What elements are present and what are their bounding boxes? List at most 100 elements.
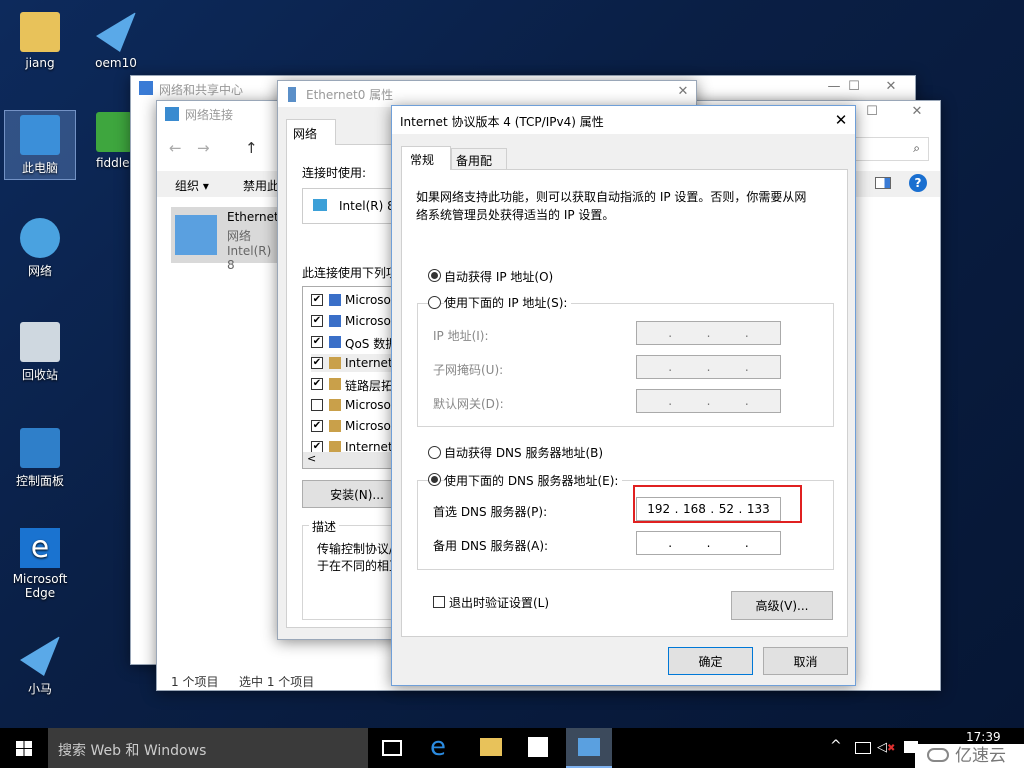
network-status-icon[interactable] — [855, 742, 871, 754]
auto-ip-label[interactable]: 自动获得 IP 地址(O) — [444, 268, 553, 285]
component-label: Microso — [345, 398, 391, 412]
fiddler-icon — [96, 112, 132, 152]
highlight-box — [633, 485, 802, 523]
disable-device-button[interactable]: 禁用此 — [243, 177, 279, 194]
manual-dns-label[interactable]: 使用下面的 DNS 服务器地址(E): — [444, 472, 623, 489]
component-label: 链路层拓 — [345, 379, 394, 393]
computer-icon — [20, 115, 60, 155]
file-explorer-icon[interactable] — [480, 738, 502, 756]
manual-ip-label[interactable]: 使用下面的 IP 地址(S): — [444, 294, 572, 311]
start-button[interactable] — [16, 741, 32, 756]
component-label: Microso — [345, 314, 391, 328]
cloud-logo-icon — [927, 748, 949, 762]
user-folder-icon — [20, 12, 60, 52]
network-center-icon — [139, 81, 153, 95]
component-checkbox[interactable]: ✔ — [311, 357, 323, 369]
component-label: Microso — [345, 293, 391, 307]
maximize-button[interactable]: ☐ — [857, 104, 887, 124]
desktop-icon-network[interactable]: 网络 — [4, 218, 76, 279]
search-box[interactable]: ⌕ — [847, 137, 929, 161]
desktop-icon-jiang[interactable]: jiang — [4, 12, 76, 70]
help-icon[interactable]: ? — [909, 174, 927, 192]
component-icon — [329, 294, 341, 306]
component-checkbox[interactable]: ✔ — [311, 294, 323, 306]
watermark: 亿速云 — [915, 744, 1024, 768]
ok-button[interactable]: 确定 — [668, 647, 753, 675]
forward-button[interactable]: → — [197, 139, 210, 157]
close-button[interactable]: ✕ — [668, 84, 698, 104]
auto-dns-label[interactable]: 自动获得 DNS 服务器地址(B) — [444, 444, 603, 461]
alternate-dns-field[interactable]: ... — [636, 531, 781, 555]
auto-dns-radio[interactable] — [428, 446, 441, 459]
dialog-title-bar: Internet 协议版本 4 (TCP/IPv4) 属性 — [392, 106, 855, 134]
component-icon — [329, 378, 341, 390]
subnet-mask-field[interactable]: ... — [636, 355, 781, 379]
desktop-icon-control-panel[interactable]: 控制面板 — [4, 428, 76, 489]
network-connections-icon — [578, 738, 600, 756]
paper-plane-icon — [20, 636, 60, 676]
task-view-icon[interactable] — [382, 740, 402, 756]
taskbar: 搜索 Web 和 Windows e ^ ◁✖ 17:39 亿速云 — [0, 728, 1024, 768]
default-gateway-field[interactable]: ... — [636, 389, 781, 413]
ipv4-properties-dialog: Internet 协议版本 4 (TCP/IPv4) 属性 ✕ 常规 备用配置 … — [391, 105, 856, 686]
status-selected-count: 选中 1 个项目 — [239, 675, 315, 689]
component-icon — [329, 420, 341, 432]
search-icon: ⌕ — [913, 141, 920, 155]
control-panel-icon — [20, 428, 60, 468]
component-label: Internet — [345, 356, 393, 370]
adapter-icon — [313, 199, 327, 211]
desktop-icon-recycle-bin[interactable]: 回收站 — [4, 322, 76, 383]
close-button[interactable]: ✕ — [902, 104, 932, 124]
close-button[interactable]: ✕ — [826, 111, 856, 131]
back-button[interactable]: ← — [169, 139, 182, 157]
up-button[interactable]: ↑ — [245, 139, 258, 157]
recycle-bin-icon — [20, 322, 60, 362]
component-icon — [329, 399, 341, 411]
volume-muted-icon[interactable]: ◁✖ — [877, 740, 895, 755]
preview-pane-icon[interactable] — [875, 177, 891, 189]
desktop-icon-edge[interactable]: e Microsoft Edge — [4, 528, 76, 600]
edge-icon: e — [20, 528, 60, 568]
manual-dns-radio[interactable] — [428, 473, 441, 486]
status-item-count: 1 个项目 — [171, 675, 219, 689]
maximize-button[interactable]: ☐ — [839, 79, 869, 99]
show-hidden-icons[interactable]: ^ — [830, 738, 842, 754]
desktop-icon-this-pc[interactable]: 此电脑 — [4, 110, 76, 180]
auto-ip-radio[interactable] — [428, 269, 441, 282]
component-checkbox[interactable]: ✔ — [311, 315, 323, 327]
validate-label[interactable]: 退出时验证设置(L) — [449, 594, 549, 611]
title-bar: Ethernet0 属性 — [278, 81, 696, 107]
advanced-button[interactable]: 高级(V)... — [731, 591, 833, 620]
component-checkbox[interactable] — [311, 399, 323, 411]
close-button[interactable]: ✕ — [876, 79, 906, 99]
component-label: QoS 数据 — [345, 337, 398, 351]
desktop-icon-xiaoma[interactable]: 小马 — [4, 636, 76, 697]
ethernet-connection-item[interactable]: Ethernet 网络 Intel(R) 8 — [171, 207, 281, 272]
component-checkbox[interactable]: ✔ — [311, 336, 323, 348]
ethernet-icon — [288, 87, 296, 102]
component-icon — [329, 357, 341, 369]
component-icon — [329, 315, 341, 327]
clock[interactable]: 17:39 — [966, 730, 1001, 744]
ip-address-field[interactable]: ... — [636, 321, 781, 345]
network-globe-icon — [20, 218, 60, 258]
store-icon[interactable] — [528, 737, 548, 757]
component-icon — [329, 336, 341, 348]
network-connections-taskbar-button[interactable] — [566, 728, 612, 768]
cancel-button[interactable]: 取消 — [763, 647, 848, 675]
general-panel: 如果网络支持此功能，则可以获取自动指派的 IP 设置。否则，你需要从网 络系统管… — [401, 169, 848, 637]
component-checkbox[interactable]: ✔ — [311, 420, 323, 432]
component-label: Microso — [345, 419, 391, 433]
organize-menu[interactable]: 组织 ▾ — [175, 177, 209, 194]
network-connections-icon — [165, 107, 179, 121]
tab-alternate-config[interactable]: 备用配置 — [451, 148, 507, 185]
tab-general[interactable]: 常规 — [401, 146, 451, 170]
edge-taskbar-icon[interactable]: e — [430, 732, 446, 762]
validate-checkbox[interactable] — [433, 596, 445, 608]
desktop-icon-oem10[interactable]: oem10 — [80, 12, 152, 70]
component-checkbox[interactable]: ✔ — [311, 378, 323, 390]
network-adapter-icon — [175, 215, 217, 255]
manual-ip-radio[interactable] — [428, 296, 441, 309]
search-bar[interactable]: 搜索 Web 和 Windows — [48, 728, 368, 768]
tab-network[interactable]: 网络 — [286, 119, 336, 145]
